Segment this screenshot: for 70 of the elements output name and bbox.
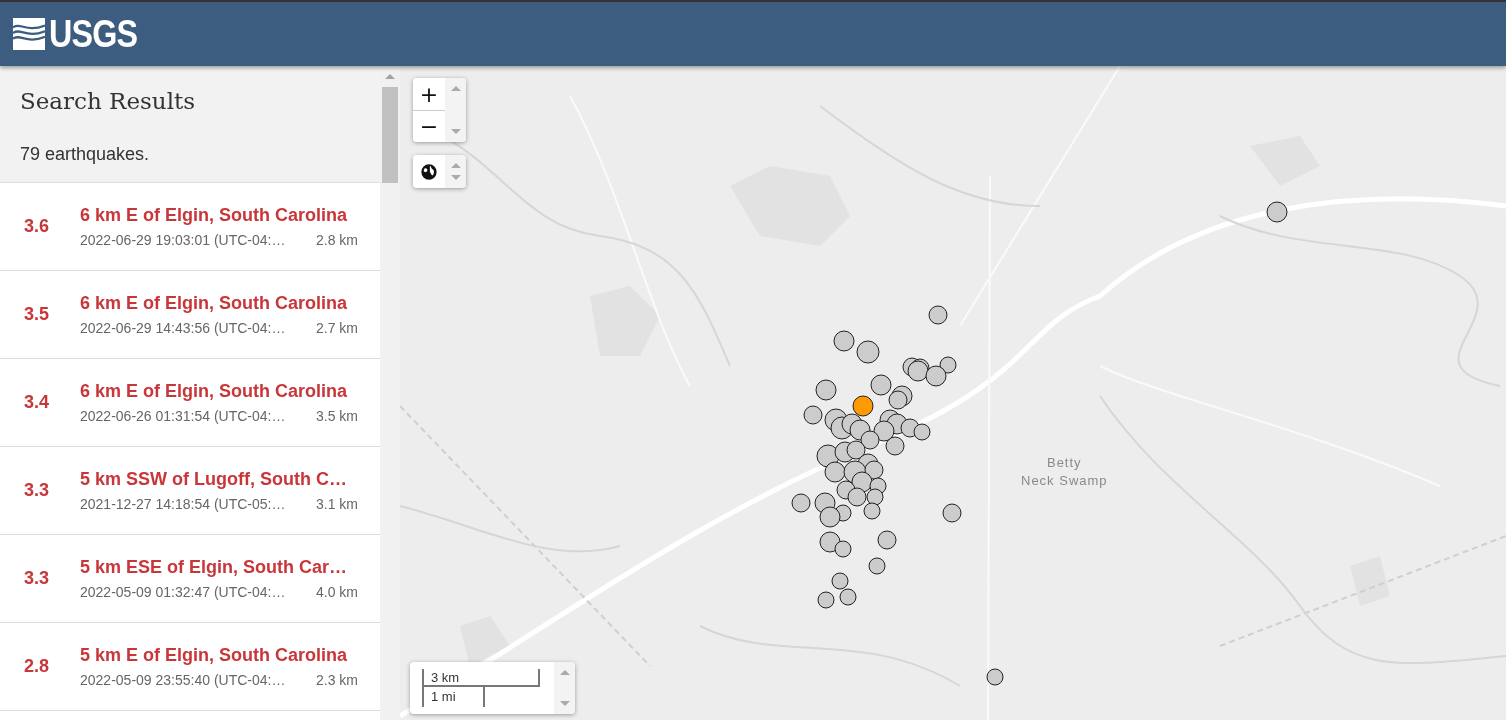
earthquake-marker[interactable] [856,340,880,364]
depth-text: 4.0 km [316,584,358,600]
depth-text: 2.7 km [316,320,358,336]
earthquake-marker[interactable] [873,420,895,442]
basemap-button[interactable] [413,155,445,188]
time-text: 2022-06-29 19:03:01 (UTC-04:… [80,232,286,248]
map-place-label: Betty Neck Swamp [1021,454,1108,490]
imperial-scale-bar: 1 mi [422,687,485,707]
magnitude-text: 3.6 [24,216,51,237]
earthquake-marker[interactable] [1266,201,1288,223]
time-text: 2022-05-09 23:55:40 (UTC-04:… [80,672,286,688]
place-text: 6 km E of Elgin, South Carolina [80,381,349,402]
time-text: 2022-06-29 14:43:56 (UTC-04:… [80,320,286,336]
depth-text: 3.5 km [316,408,358,424]
earthquake-marker[interactable] [863,502,881,520]
earthquake-marker[interactable] [833,330,855,352]
earthquake-marker[interactable] [885,436,905,456]
earthquake-marker[interactable] [852,395,874,417]
earthquake-marker[interactable] [824,461,846,483]
earthquake-marker[interactable] [839,588,857,606]
magnitude-text: 3.3 [24,568,51,589]
earthquake-marker[interactable] [907,360,929,382]
earthquake-marker[interactable] [791,493,811,513]
place-text: 5 km E of Elgin, South Carolina [80,645,349,666]
place-text: 6 km E of Elgin, South Carolina [80,205,349,226]
logo-text[interactable]: USGS [49,12,138,56]
earthquake-marker[interactable] [846,440,866,460]
place-text: 6 km E of Elgin, South Carolina [80,293,349,314]
earthquake-marker[interactable] [860,430,880,450]
earthquake-marker[interactable] [928,305,948,325]
place-text: 5 km ESE of Elgin, South Car… [80,557,349,578]
earthquake-marker[interactable] [942,503,962,523]
earthquake-marker[interactable] [866,488,884,506]
zoom-out-button[interactable]: − [413,110,445,142]
earthquake-marker[interactable] [831,572,849,590]
time-text: 2021-12-27 14:18:54 (UTC-05:… [80,496,286,512]
globe-icon [420,162,438,181]
earthquake-marker[interactable] [819,506,841,528]
place-text: 5 km SSW of Lugoff, South C… [80,469,348,490]
earthquake-marker[interactable] [834,540,852,558]
scrollbar-thumb[interactable] [382,87,398,183]
depth-text: 2.8 km [316,232,358,248]
magnitude-text: 3.5 [24,304,51,325]
time-text: 2022-05-09 01:32:47 (UTC-04:… [80,584,286,600]
earthquake-marker[interactable] [913,423,931,441]
magnitude-text: 2.8 [24,656,51,677]
earthquake-marker[interactable] [817,591,835,609]
earthquake-marker[interactable] [877,530,897,550]
earthquake-marker[interactable] [815,379,837,401]
magnitude-text: 3.4 [24,392,51,413]
earthquake-marker[interactable] [868,557,886,575]
earthquake-marker[interactable] [803,405,823,425]
zoom-in-button[interactable]: + [413,78,445,110]
depth-text: 2.3 km [316,672,358,688]
depth-text: 3.1 km [316,496,358,512]
scrollbar[interactable] [380,66,400,720]
waves-logo-icon [13,18,45,50]
magnitude-text: 3.3 [24,480,51,501]
earthquake-marker[interactable] [925,365,947,387]
earthquake-marker[interactable] [939,356,957,374]
metric-scale-bar: 3 km [422,669,540,687]
earthquake-marker[interactable] [986,668,1004,686]
earthquake-marker[interactable] [864,460,884,480]
result-count: 79 earthquakes. [20,144,151,165]
time-text: 2022-06-26 01:31:54 (UTC-04:… [80,408,286,424]
earthquake-marker[interactable] [870,374,892,396]
sidebar-title: Search Results [20,88,197,114]
earthquake-marker[interactable] [847,487,867,507]
earthquake-marker[interactable] [819,531,841,553]
earthquake-marker[interactable] [888,390,908,410]
